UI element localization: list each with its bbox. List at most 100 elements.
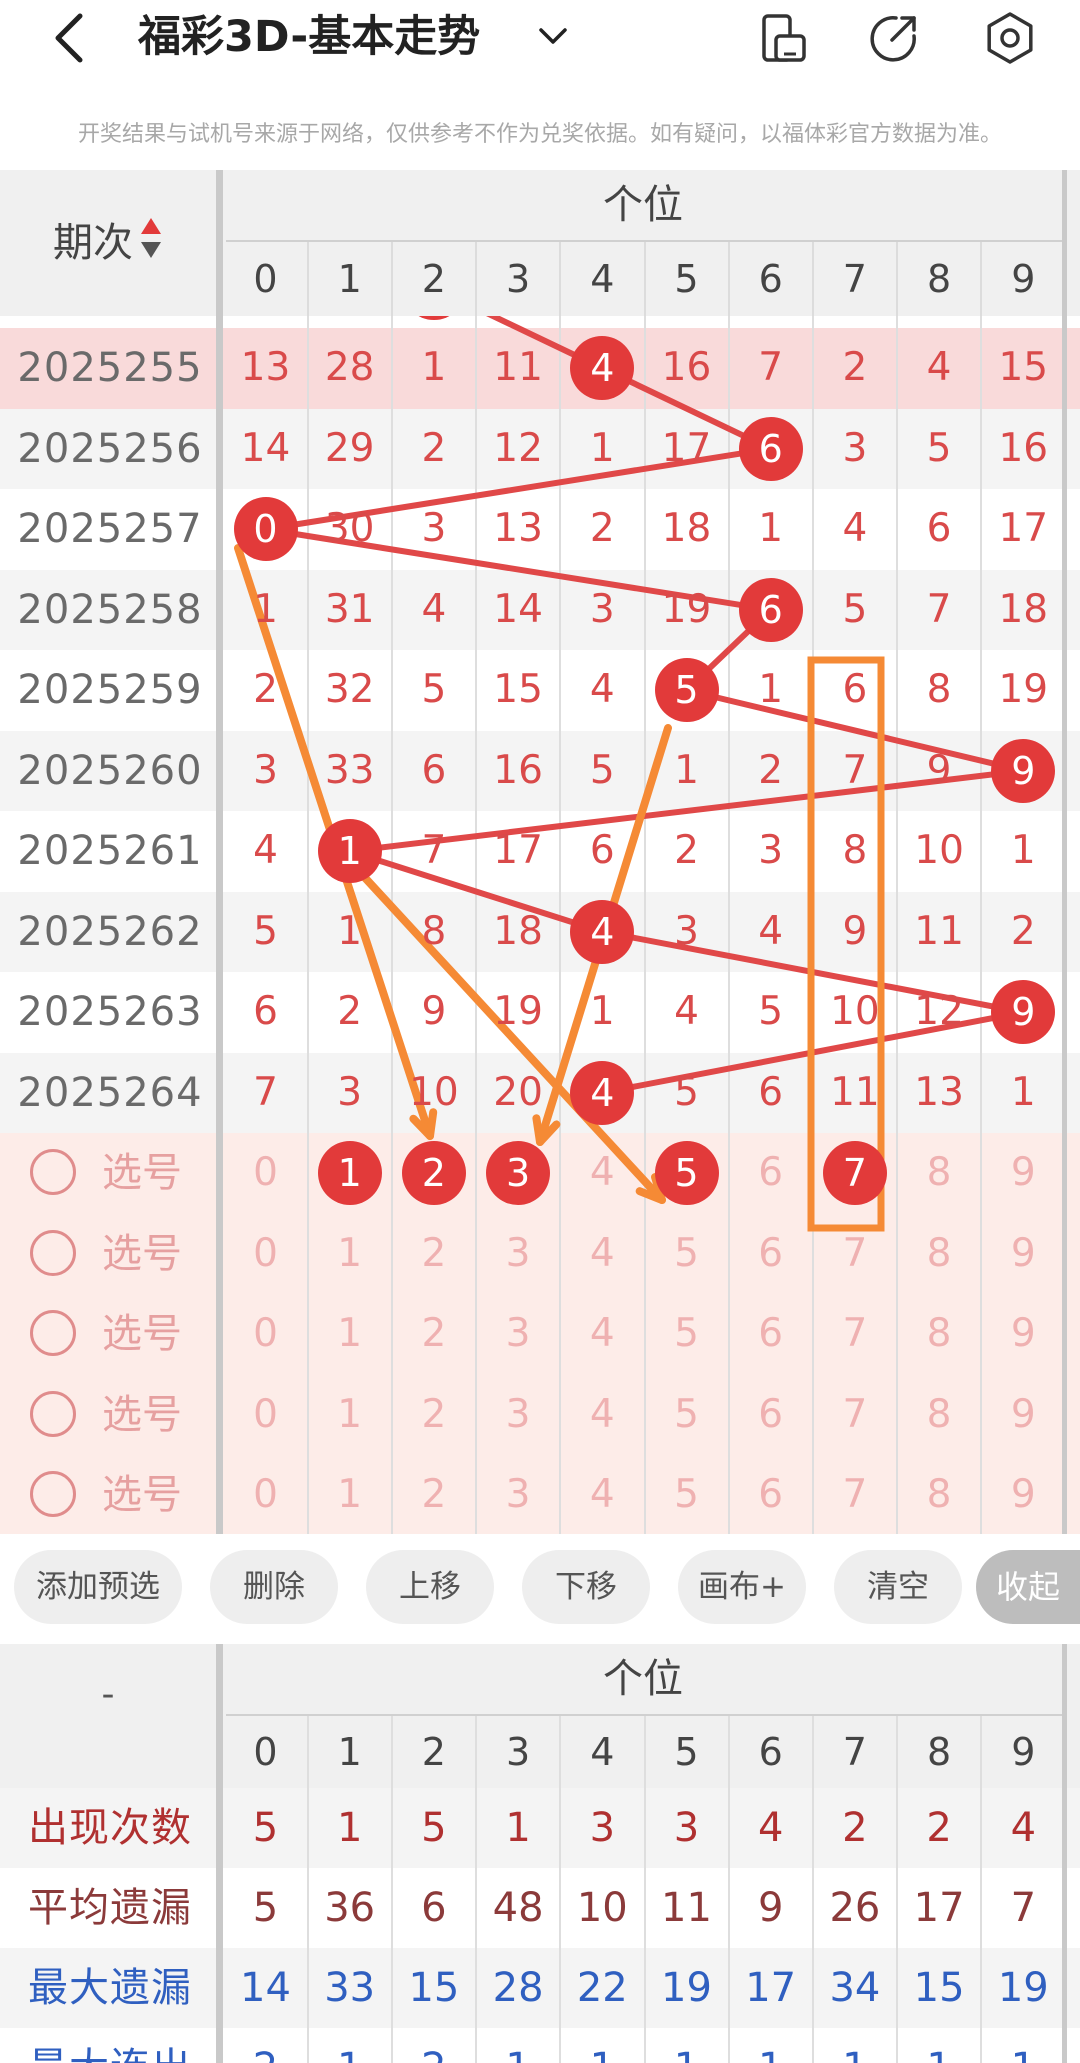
selected-digit-ball[interactable]: 3 [486,1141,551,1206]
issue-number: 2025255 [17,345,203,391]
selection-digit[interactable]: 0 [224,1133,308,1213]
omission-value: 32 [324,667,375,712]
selection-digit[interactable]: 6 [729,1214,813,1294]
selection-digit[interactable]: 3 [476,1294,560,1374]
chevron-left-icon[interactable] [50,10,90,66]
selection-row[interactable]: 选号 [0,1455,220,1534]
selection-digit[interactable]: 8 [897,1133,981,1213]
sort-icon[interactable] [139,216,163,260]
toolbar-button[interactable]: 清空 [834,1550,962,1624]
selection-digit[interactable]: 9 [981,1133,1065,1213]
toolbar-button[interactable]: 画布+ [678,1550,806,1624]
selection-digit[interactable]: 4 [560,1375,644,1455]
selection-digit[interactable]: 5 [645,1375,729,1455]
phone-rotate-icon[interactable] [756,10,812,66]
selection-digit[interactable]: 7 [813,1375,897,1455]
selection-digit[interactable]: 0 [224,1455,308,1534]
selection-digit[interactable]: 3 [476,1375,560,1455]
collapse-button[interactable]: 收起 [976,1550,1080,1624]
selection-digit[interactable]: 8 [897,1375,981,1455]
stat-value: 15 [408,1965,460,2011]
selection-digit[interactable]: 6 [729,1294,813,1374]
radio-icon[interactable] [30,1229,76,1276]
stat-row-label: 最大连出 [0,2028,220,2063]
selection-digit[interactable]: 8 [897,1214,981,1294]
selection-row[interactable]: 选号 [0,1294,220,1374]
period-sort-header[interactable]: 期次 [0,210,216,270]
selection-digit[interactable]: 3 [476,1214,560,1294]
group-title: 个位 [603,182,683,228]
omission-value: 30 [324,506,375,551]
selected-digit-ball[interactable]: 1 [317,1141,382,1206]
selection-row[interactable]: 选号 [0,1375,220,1455]
selection-digit[interactable]: 9 [981,1294,1065,1374]
selection-digit[interactable]: 4 [560,1455,644,1534]
hit-ball: 1 [317,819,382,884]
omission-value: 3 [674,908,699,954]
selection-digit[interactable]: 9 [981,1375,1065,1455]
digit-column-header: 3 [506,257,531,301]
omission-value: 5 [589,747,615,793]
selection-digit[interactable]: 6 [729,1455,813,1534]
selection-digit[interactable]: 1 [308,1375,392,1455]
selection-digit[interactable]: 5 [645,1455,729,1534]
selection-digit[interactable]: 0 [224,1214,308,1294]
radio-icon[interactable] [30,1149,76,1195]
selection-digit[interactable]: 7 [813,1455,897,1534]
stat-value: 1 [645,2028,729,2063]
issue-number: 2025264 [17,1069,203,1116]
selection-digit[interactable]: 8 [897,1294,981,1374]
radio-icon[interactable] [30,1390,76,1437]
selection-digit[interactable]: 3 [476,1455,560,1534]
omission-value: 17 [998,506,1049,551]
stat-value: 22 [576,1965,628,2011]
selected-digit-ball[interactable]: 2 [401,1141,466,1206]
selection-digit[interactable]: 2 [392,1214,476,1294]
toolbar-button[interactable]: 添加预选 [14,1550,182,1624]
selection-digit[interactable]: 8 [897,1455,981,1534]
selection-digit[interactable]: 2 [392,1455,476,1534]
omission-value: 9 [926,747,952,793]
selection-label: 选号 [102,1311,182,1357]
selection-row[interactable]: 选号 [0,1133,220,1213]
selected-digit-ball[interactable]: 5 [654,1141,719,1206]
selection-digit[interactable]: 1 [308,1294,392,1374]
selection-digit[interactable]: 7 [813,1294,897,1374]
selection-digit[interactable]: 4 [560,1214,644,1294]
share-icon[interactable] [866,10,922,66]
selection-digit[interactable]: 9 [981,1214,1065,1294]
stat-value: 1 [729,2028,813,2063]
selection-label: 选号 [102,1230,182,1277]
selection-digit[interactable]: 4 [560,1294,644,1374]
page-title[interactable]: 福彩3D-基本走势 [138,6,480,68]
omission-value: 11 [830,1069,880,1115]
selection-digit[interactable]: 5 [645,1294,729,1374]
selection-row[interactable]: 选号 [0,1214,220,1294]
stat-value: 11 [661,1885,712,1931]
selection-digit[interactable]: 6 [729,1133,813,1213]
selection-digit[interactable]: 6 [729,1375,813,1455]
selection-digit[interactable]: 2 [392,1294,476,1374]
stat-value: 1 [308,2028,392,2063]
omission-value: 2 [337,989,363,1034]
chevron-down-icon[interactable] [535,18,571,54]
radio-icon[interactable] [30,1310,76,1356]
selection-digit[interactable]: 0 [224,1375,308,1455]
selection-digit[interactable]: 5 [645,1214,729,1294]
settings-icon[interactable] [982,10,1038,66]
radio-icon[interactable] [30,1471,76,1517]
selection-digit[interactable]: 1 [308,1455,392,1534]
omission-value: 2 [253,667,278,712]
toolbar-button[interactable]: 删除 [210,1550,338,1624]
selection-digit[interactable]: 0 [224,1294,308,1374]
toolbar-button[interactable]: 下移 [522,1550,650,1624]
stats-digit-header: 3 [506,1730,531,1774]
selected-digit-ball[interactable]: 7 [822,1141,887,1206]
selection-digit[interactable]: 1 [308,1214,392,1294]
selection-digit[interactable]: 4 [560,1133,644,1213]
selection-digit[interactable]: 7 [813,1214,897,1294]
omission-value: 6 [758,1069,784,1115]
selection-digit[interactable]: 2 [392,1375,476,1455]
toolbar-button[interactable]: 上移 [366,1550,494,1624]
selection-digit[interactable]: 9 [981,1455,1065,1534]
